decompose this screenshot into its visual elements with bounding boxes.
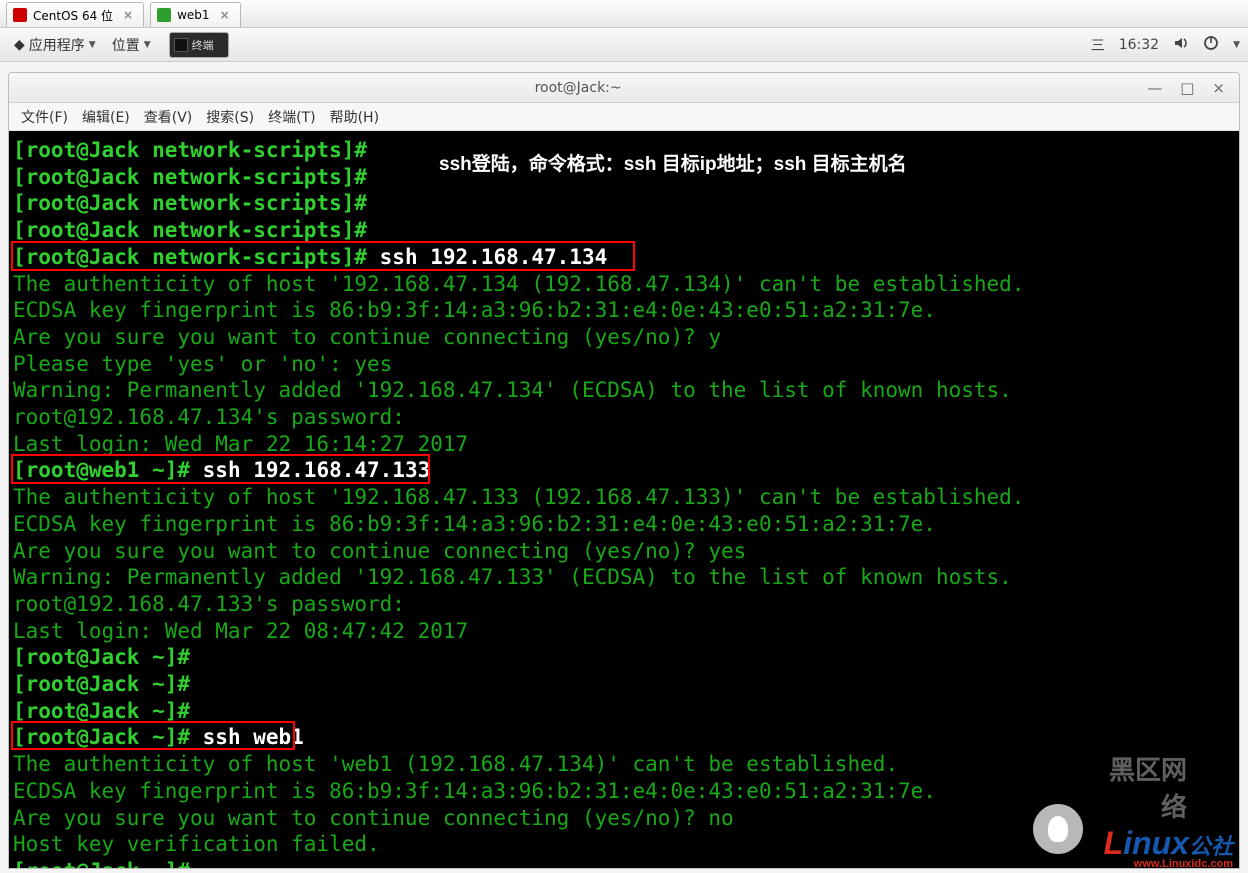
desktop: ◆ 应用程序 ▼ 位置 ▼ 终端 三 16:32 ▼ root@Jack:~: [0, 28, 1248, 873]
vm-tab-label: web1: [177, 8, 209, 22]
close-button[interactable]: ×: [1212, 79, 1225, 97]
vm-tab-web1[interactable]: web1 ×: [150, 2, 241, 27]
menu-search[interactable]: 搜索(S): [200, 104, 260, 130]
vm-tab-bar: CentOS 64 位 × web1 ×: [0, 0, 1248, 28]
menubar: 文件(F) 编辑(E) 查看(V) 搜索(S) 终端(T) 帮助(H): [9, 103, 1239, 131]
applications-menu[interactable]: ◆ 应用程序 ▼: [8, 28, 102, 62]
apps-icon: ◆: [14, 37, 25, 53]
task-label: 终端: [192, 37, 214, 53]
menu-view[interactable]: 查看(V): [138, 104, 199, 130]
places-menu[interactable]: 位置 ▼: [106, 28, 157, 62]
clock-time[interactable]: 16:32: [1119, 37, 1159, 53]
vm-icon: [13, 8, 27, 22]
terminal-window: root@Jack:~ — □ × 文件(F) 编辑(E) 查看(V) 搜索(S…: [8, 72, 1240, 869]
terminal-output: [root@Jack network-scripts]# [root@Jack …: [13, 137, 1239, 868]
menu-label: 应用程序: [29, 35, 85, 55]
clock-day: 三: [1091, 35, 1105, 55]
close-icon[interactable]: ×: [123, 8, 133, 22]
vm-tab-centos[interactable]: CentOS 64 位 ×: [6, 2, 144, 27]
maximize-button[interactable]: □: [1180, 79, 1194, 97]
watermark-brand: Linux公社: [1104, 825, 1233, 861]
titlebar[interactable]: root@Jack:~ — □ ×: [9, 73, 1239, 103]
menu-terminal[interactable]: 终端(T): [262, 104, 321, 130]
vm-icon: [157, 8, 171, 22]
taskbar-button-terminal[interactable]: 终端: [169, 32, 229, 58]
close-icon[interactable]: ×: [220, 8, 230, 22]
menu-help[interactable]: 帮助(H): [324, 104, 385, 130]
vm-tab-label: CentOS 64 位: [33, 7, 113, 24]
watermark: 黑区网络 Linux公社 www.Linuxidc.com: [1104, 825, 1233, 868]
terminal-body[interactable]: ssh登陆，命令格式：ssh 目标ip地址；ssh 目标主机名 [root@Ja…: [9, 131, 1239, 868]
window-title: root@Jack:~: [9, 80, 1147, 96]
terminal-thumb-icon: [174, 38, 188, 52]
chevron-down-icon[interactable]: ▼: [1233, 40, 1240, 50]
gnome-panel: ◆ 应用程序 ▼ 位置 ▼ 终端 三 16:32 ▼: [0, 28, 1248, 62]
chevron-down-icon: ▼: [89, 40, 96, 50]
mushroom-icon: [1033, 804, 1083, 854]
power-icon[interactable]: [1203, 35, 1219, 55]
minimize-button[interactable]: —: [1147, 79, 1162, 97]
volume-icon[interactable]: [1173, 35, 1189, 55]
watermark-hq: 黑区网络: [1104, 750, 1187, 824]
chevron-down-icon: ▼: [144, 40, 151, 50]
menu-label: 位置: [112, 35, 140, 55]
menu-file[interactable]: 文件(F): [15, 104, 74, 130]
menu-edit[interactable]: 编辑(E): [76, 104, 136, 130]
